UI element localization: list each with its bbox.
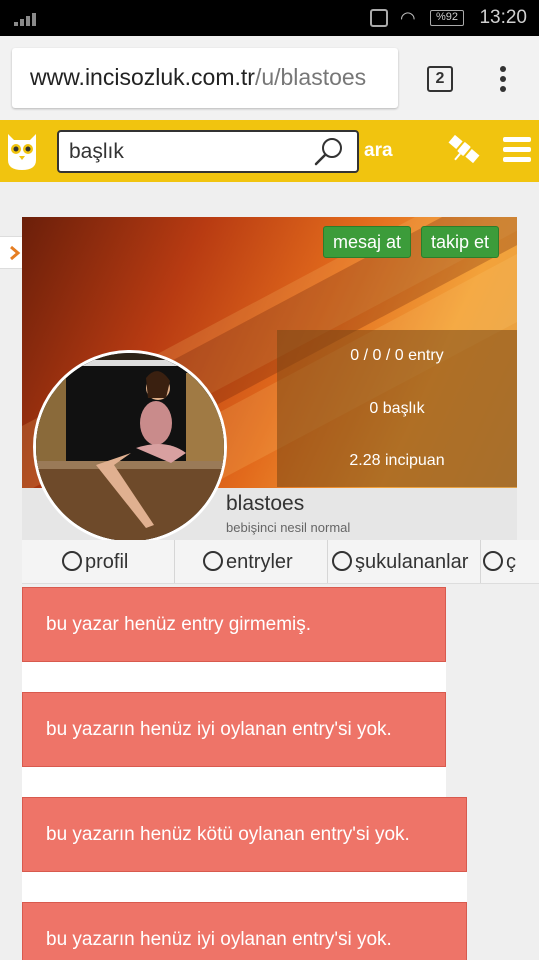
avatar[interactable]: [33, 350, 227, 544]
notice-no-upvoted: bu yazarın henüz iyi oylanan entry'si yo…: [22, 692, 446, 767]
address-bar[interactable]: www.incisozluk.com.tr/u/blastoes: [12, 48, 398, 108]
vibrate-icon: [370, 9, 388, 27]
wifi-icon: ◠: [400, 8, 416, 28]
tab-profile[interactable]: profil: [22, 540, 175, 583]
profile-tabs: profil entryler şukulananlar ç: [22, 540, 539, 584]
hamburger-menu-icon[interactable]: [503, 137, 531, 167]
send-message-button[interactable]: mesaj at: [323, 226, 412, 258]
overflow-menu-icon[interactable]: [500, 66, 508, 94]
username: blastoes: [226, 492, 305, 515]
browser-toolbar: www.incisozluk.com.tr/u/blastoes 2: [0, 36, 539, 120]
search-button[interactable]: ara: [364, 140, 393, 162]
search-box: [57, 130, 359, 173]
url-host: www.incisozluk.com.tr: [30, 64, 255, 90]
chevron-right-icon: [10, 245, 21, 261]
site-header: ara: [0, 120, 539, 182]
divider: [22, 662, 446, 692]
owl-logo-icon[interactable]: [4, 130, 40, 172]
frown-icon: [483, 551, 503, 571]
divider: [22, 872, 467, 902]
search-icon[interactable]: [313, 136, 345, 168]
clock: 13:20: [479, 7, 527, 28]
tab-upvoted[interactable]: şukulananlar: [328, 540, 481, 583]
cool-face-icon: [62, 551, 82, 571]
signal-icon: [14, 10, 42, 26]
profile-stats: 0 / 0 / 0 entry 0 başlık 2.28 incipuan: [277, 330, 517, 487]
notice-no-downvoted: bu yazarın henüz kötü oylanan entry'si y…: [22, 797, 467, 872]
smile-icon: [203, 551, 223, 571]
notice-no-upvoted-2: bu yazarın henüz iyi oylanan entry'si yo…: [22, 902, 467, 960]
points-count: 2.28 incipuan: [349, 452, 445, 469]
status-bar: ◠ %92 13:20: [0, 0, 539, 36]
title-count: 0 başlık: [369, 400, 425, 417]
follow-button[interactable]: takip et: [421, 226, 500, 258]
divider: [22, 767, 446, 797]
user-rank: bebişinci nesil normal: [226, 520, 351, 535]
search-input[interactable]: [69, 139, 309, 165]
smile-icon: [332, 551, 352, 571]
entry-count: 0 / 0 / 0 entry: [350, 347, 444, 364]
battery-indicator: %92: [430, 10, 464, 26]
notice-no-entries: bu yazar henüz entry girmemiş.: [22, 587, 446, 662]
tab-entries[interactable]: entryler: [175, 540, 328, 583]
tab-downvoted[interactable]: ç: [481, 540, 539, 583]
tab-switcher-button[interactable]: 2: [427, 66, 453, 92]
url-path: /u/blastoes: [254, 64, 367, 90]
satellite-icon[interactable]: [446, 130, 482, 168]
